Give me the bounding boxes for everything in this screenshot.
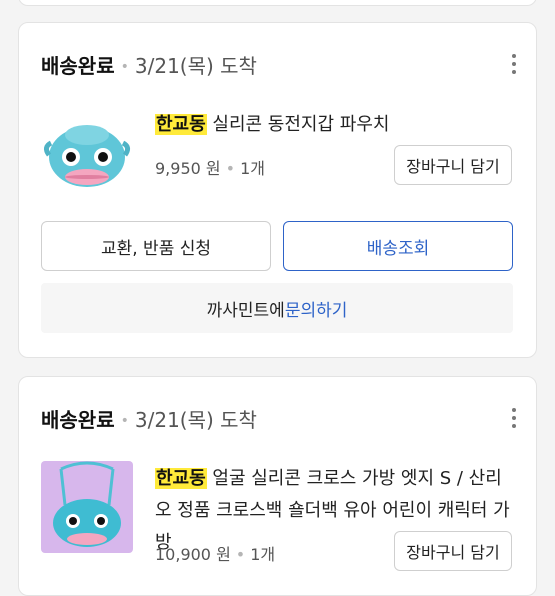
highlighted-keyword: 한교동 <box>155 114 207 135</box>
separator-dot: • <box>120 413 129 429</box>
highlighted-keyword: 한교동 <box>155 468 207 489</box>
product-price: 9,950 원 <box>155 159 221 178</box>
previous-order-card <box>18 0 537 6</box>
add-to-cart-button[interactable]: 장바구니 담기 <box>394 531 512 571</box>
more-options-icon[interactable] <box>508 54 520 80</box>
product-quantity: 1개 <box>240 159 265 178</box>
product-image[interactable] <box>41 105 133 197</box>
price-row: 9,950 원 • 1개 <box>155 155 265 179</box>
arrival-date: 3/21(목) 도착 <box>134 408 257 432</box>
arrival-date: 3/21(목) 도착 <box>134 54 257 78</box>
order-card: 배송완료 • 3/21(목) 도착 한교동 실리콘 동전지갑 파우치 9,950 원… <box>18 22 537 358</box>
track-delivery-button[interactable]: 배송조회 <box>283 221 513 271</box>
product-title-text: 실리콘 동전지갑 파우치 <box>206 114 390 135</box>
hangyodon-coin-purse-icon <box>41 105 133 197</box>
seller-inquiry[interactable]: 까사민트에 문의하기 <box>41 283 513 333</box>
more-options-icon[interactable] <box>508 408 520 434</box>
product-image[interactable] <box>41 461 133 553</box>
order-header: 배송완료 • 3/21(목) 도착 <box>41 53 257 80</box>
inquiry-link[interactable]: 문의하기 <box>285 296 348 321</box>
separator-dot: • <box>225 159 236 178</box>
separator-dot: • <box>120 59 129 75</box>
product-title[interactable]: 한교동 실리콘 동전지갑 파우치 <box>155 109 389 141</box>
order-card: 배송완료 • 3/21(목) 도착 한교동 얼굴 실리콘 크로스 가방 엣지 S /… <box>18 376 537 596</box>
delivery-status: 배송완료 <box>41 408 115 432</box>
delivery-status: 배송완료 <box>41 54 115 78</box>
seller-name: 까사민트에 <box>206 300 285 321</box>
hangyodon-cross-bag-icon <box>41 461 133 553</box>
exchange-return-button[interactable]: 교환, 반품 신청 <box>41 221 271 271</box>
price-row: 10,900 원 • 1개 <box>155 541 275 565</box>
add-to-cart-button[interactable]: 장바구니 담기 <box>394 145 512 185</box>
order-header: 배송완료 • 3/21(목) 도착 <box>41 407 257 434</box>
